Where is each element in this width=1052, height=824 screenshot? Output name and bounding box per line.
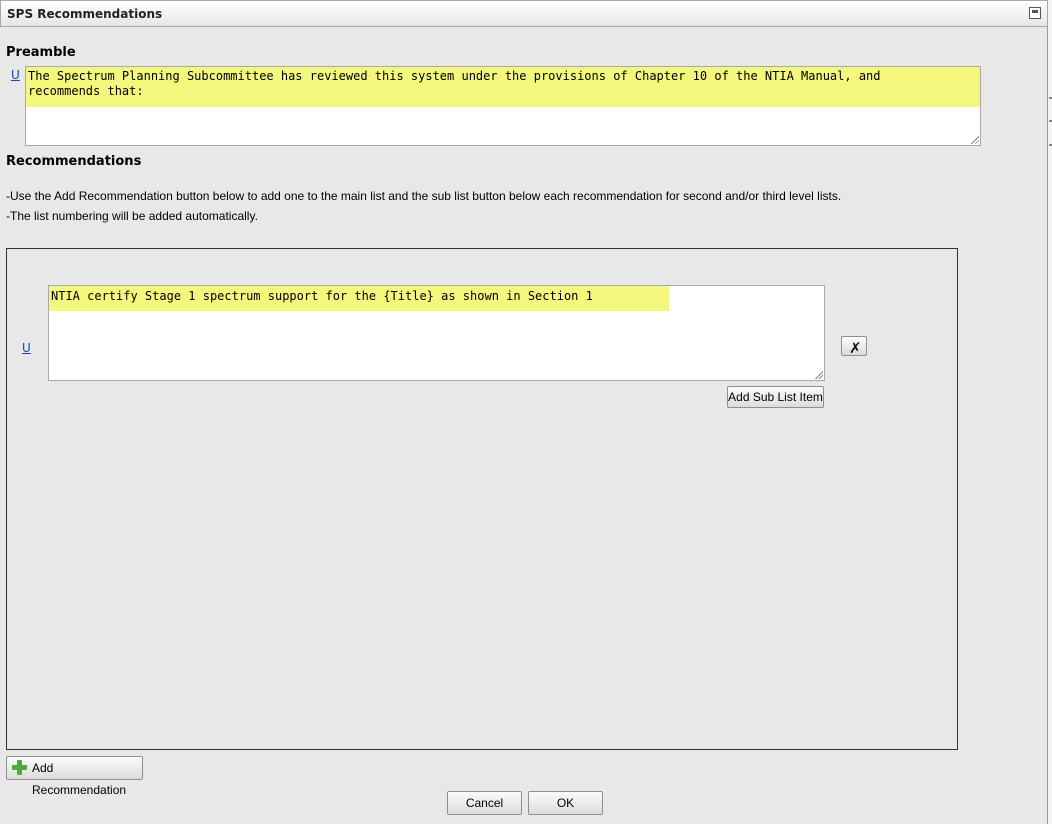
plus-icon: [12, 760, 27, 775]
background-window-edge: [1048, 0, 1052, 824]
instruction-line-1: -Use the Add Recommendation button below…: [6, 189, 842, 203]
title-bar: SPS Recommendations: [0, 0, 1048, 27]
preamble-heading: Preamble: [6, 45, 76, 60]
resize-grip-icon[interactable]: [814, 370, 823, 379]
recommendation-underline-link[interactable]: U: [22, 341, 31, 355]
resize-grip-icon[interactable]: [970, 135, 979, 144]
add-sub-list-item-button[interactable]: Add Sub List Item: [727, 386, 824, 408]
window-title: SPS Recommendations: [7, 7, 163, 21]
add-recommendation-button[interactable]: Add Recommendation: [6, 756, 143, 797]
recommendations-heading: Recommendations: [6, 154, 142, 169]
cancel-button[interactable]: Cancel: [447, 791, 522, 815]
preamble-text: The Spectrum Planning Subcommittee has r…: [26, 67, 980, 107]
ok-button[interactable]: OK: [528, 791, 603, 815]
delete-x-icon: ✗: [849, 339, 862, 357]
instruction-line-2: -The list numbering will be added automa…: [6, 209, 258, 223]
delete-recommendation-button[interactable]: ✗: [841, 336, 867, 357]
recommendation-text: NTIA certify Stage 1 spectrum support fo…: [49, 286, 669, 311]
collapse-icon[interactable]: [1029, 7, 1041, 19]
preamble-underline-link[interactable]: U: [11, 68, 20, 82]
recommendation-list-panel: U NTIA certify Stage 1 spectrum support …: [6, 248, 958, 750]
sps-recommendations-window: SPS Recommendations Preamble U The Spect…: [0, 0, 1048, 824]
preamble-textarea[interactable]: The Spectrum Planning Subcommittee has r…: [25, 66, 981, 146]
add-recommendation-label: Add Recommendation: [32, 761, 127, 797]
recommendation-textarea[interactable]: NTIA certify Stage 1 spectrum support fo…: [48, 285, 825, 381]
